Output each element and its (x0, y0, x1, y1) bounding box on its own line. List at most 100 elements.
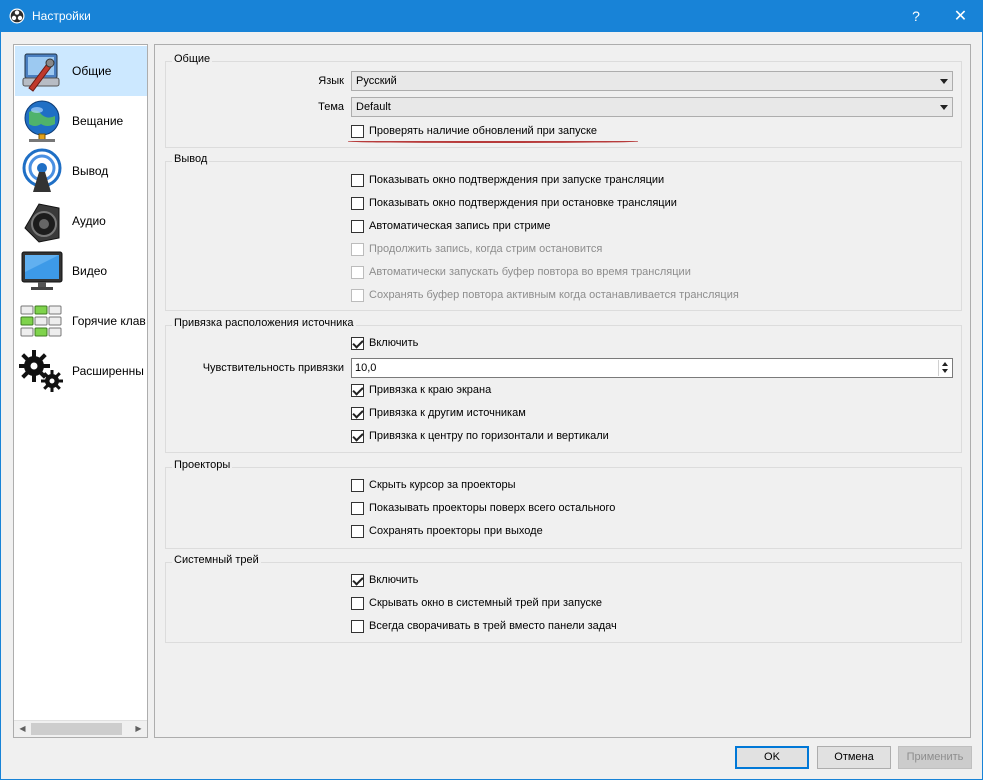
checkbox-label: Проверять наличие обновлений при запуске (369, 125, 598, 137)
tray-enable-checkbox[interactable]: Включить (351, 573, 951, 589)
minimize-to-tray-on-start-checkbox[interactable]: Скрывать окно в системный трей при запус… (351, 596, 951, 612)
checkbox-box[interactable] (351, 337, 364, 350)
hide-cursor-checkbox[interactable]: Скрыть курсор за проекторы (351, 478, 951, 494)
language-select[interactable]: Русский (351, 71, 953, 91)
always-on-top-checkbox[interactable]: Показывать проекторы поверх всего осталь… (351, 501, 951, 517)
sidebar-item-audio[interactable]: Аудио (15, 196, 147, 246)
red-annotation-underline (348, 140, 638, 143)
obs-logo-icon (9, 8, 25, 24)
checkbox-label: Показывать проекторы поверх всего осталь… (369, 502, 616, 514)
sidebar-horizontal-scrollbar[interactable]: ◀ ▶ (14, 720, 147, 737)
checkbox-box[interactable] (351, 525, 364, 538)
sidebar-item-label: Видео (72, 264, 108, 278)
checkbox-label: Включить (369, 574, 419, 586)
projectors-group: Проекторы Скрыть курсор за проекторы Пок… (165, 459, 962, 549)
scroll-right-icon[interactable]: ▶ (130, 721, 147, 737)
save-projectors-checkbox[interactable]: Сохранять проекторы при выходе (351, 524, 951, 540)
checkbox-box[interactable] (351, 125, 364, 138)
checkbox-label: Привязка к краю экрана (369, 384, 492, 396)
general-wrench-icon (22, 53, 60, 92)
sidebar-item-general[interactable]: Общие (15, 46, 147, 96)
sidebar-item-label: Расширенны (72, 364, 144, 378)
sidebar-item-label: Общие (72, 64, 112, 78)
checkbox-box[interactable] (351, 384, 364, 397)
close-button[interactable]: ✕ (939, 1, 982, 32)
group-title: Проекторы (172, 459, 233, 471)
help-button[interactable]: ? (896, 1, 936, 32)
globe-broadcast-icon (24, 100, 60, 142)
checkbox-box (351, 243, 364, 256)
group-title: Привязка расположения источника (172, 317, 356, 329)
checkbox-box[interactable] (351, 220, 364, 233)
theme-label: Тема (318, 101, 344, 113)
snap-other-sources-checkbox[interactable]: Привязка к другим источникам (351, 406, 951, 422)
confirm-stop-checkbox[interactable]: Показывать окно подтверждения при остано… (351, 196, 951, 212)
checkbox-label: Привязка к другим источникам (369, 407, 526, 419)
checkbox-label: Автоматически запускать буфер повтора во… (369, 266, 691, 278)
settings-window: Настройки ? ✕ Общие Вещание Вывод Аудио … (0, 0, 983, 780)
keep-replay-buffer-checkbox: Сохранять буфер повтора активным когда о… (351, 288, 951, 304)
sensitivity-label: Чувствительность привязки (202, 362, 344, 374)
theme-value: Default (356, 101, 391, 113)
antenna-output-icon (22, 148, 62, 192)
title-bar[interactable]: Настройки ? ✕ (1, 1, 982, 32)
checkbox-label: Всегда сворачивать в трей вместо панели … (369, 620, 617, 632)
checkbox-box[interactable] (351, 479, 364, 492)
monitor-icon (21, 251, 63, 290)
always-minimize-to-tray-checkbox[interactable]: Всегда сворачивать в трей вместо панели … (351, 619, 951, 635)
tray-group: Системный трей Включить Скрывать окно в … (165, 554, 962, 643)
language-value: Русский (356, 75, 397, 87)
checkbox-label: Продолжить запись, когда стрим остановит… (369, 243, 603, 255)
chevron-down-icon (940, 79, 948, 84)
checkbox-box[interactable] (351, 574, 364, 587)
snap-screen-edge-checkbox[interactable]: Привязка к краю экрана (351, 383, 951, 399)
apply-button: Применить (898, 746, 972, 769)
sensitivity-spinbox[interactable]: 10,0 (351, 358, 953, 378)
window-title: Настройки (32, 9, 91, 23)
check-updates-checkbox[interactable]: Проверять наличие обновлений при запуске (351, 124, 651, 140)
theme-select[interactable]: Default (351, 97, 953, 117)
sidebar-item-label: Вывод (72, 164, 109, 178)
group-title: Общие (172, 53, 213, 65)
checkbox-box[interactable] (351, 197, 364, 210)
keyboard-hotkeys-icon (20, 305, 62, 337)
checkbox-label: Показывать окно подтверждения при запуск… (369, 174, 665, 186)
scrollbar-thumb[interactable] (31, 723, 122, 735)
sidebar-item-broadcast[interactable]: Вещание (15, 96, 147, 146)
checkbox-label: Скрывать окно в системный трей при запус… (369, 597, 602, 609)
output-group: Вывод Показывать окно подтверждения при … (165, 153, 962, 311)
sidebar-item-label: Вещание (72, 114, 124, 128)
checkbox-label: Автоматическая запись при стриме (369, 220, 551, 232)
checkbox-box (351, 289, 364, 302)
checkbox-box[interactable] (351, 502, 364, 515)
checkbox-label: Привязка к центру по горизонтали и верти… (369, 430, 609, 442)
checkbox-label: Сохранять проекторы при выходе (369, 525, 543, 537)
ok-button[interactable]: OK (735, 746, 809, 769)
cancel-button[interactable]: Отмена (817, 746, 891, 769)
chevron-down-icon (940, 105, 948, 110)
checkbox-box[interactable] (351, 430, 364, 443)
speaker-icon (24, 203, 60, 243)
checkbox-box[interactable] (351, 597, 364, 610)
sidebar-item-output[interactable]: Вывод (15, 146, 147, 196)
spin-buttons[interactable] (938, 360, 951, 376)
group-title: Вывод (172, 153, 210, 165)
auto-record-checkbox[interactable]: Автоматическая запись при стриме (351, 219, 951, 235)
confirm-start-checkbox[interactable]: Показывать окно подтверждения при запуск… (351, 173, 951, 189)
checkbox-label: Включить (369, 337, 419, 349)
checkbox-box[interactable] (351, 620, 364, 633)
sidebar-item-hotkeys[interactable]: Горячие клав (15, 296, 147, 346)
sidebar-item-video[interactable]: Видео (15, 246, 147, 296)
language-label: Язык (318, 75, 344, 87)
spin-down-icon[interactable] (942, 369, 948, 373)
sidebar-item-advanced[interactable]: Расширенны (15, 346, 147, 396)
checkbox-box[interactable] (351, 174, 364, 187)
snap-center-checkbox[interactable]: Привязка к центру по горизонтали и верти… (351, 429, 951, 445)
checkbox-label: Скрыть курсор за проекторы (369, 479, 516, 491)
snapping-enable-checkbox[interactable]: Включить (351, 336, 951, 352)
snapping-group: Привязка расположения источника Включить… (165, 317, 962, 453)
group-title: Системный трей (172, 554, 261, 566)
spin-up-icon[interactable] (942, 362, 948, 366)
checkbox-box[interactable] (351, 407, 364, 420)
scroll-left-icon[interactable]: ◀ (14, 721, 31, 737)
